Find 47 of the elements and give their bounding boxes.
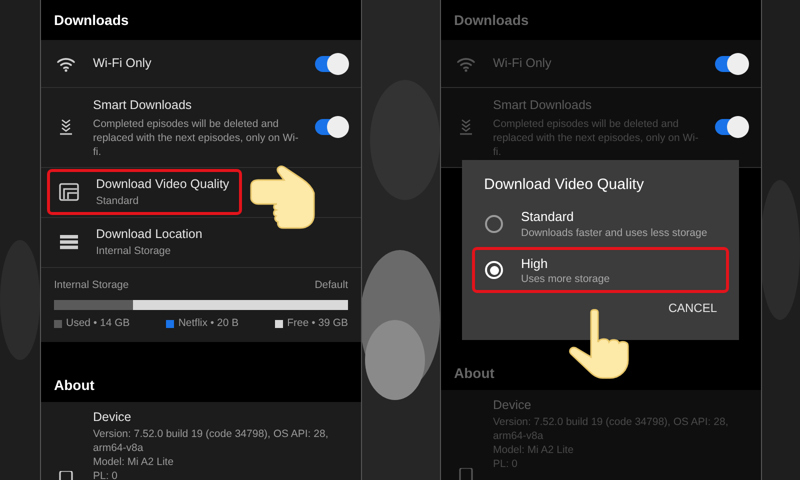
device-info: Model: Mi A2 Lite (93, 454, 175, 468)
device-info: Model: Mi A2 Lite (493, 442, 575, 456)
setting-value: Internal Storage (96, 244, 172, 259)
settings-row[interactable]: Download Video Quality Standard (47, 169, 242, 216)
option-description: Downloads faster and uses less storage (521, 226, 708, 240)
phone-icon (59, 470, 73, 480)
setting-title: Download Video Quality (96, 176, 230, 193)
settings-row[interactable]: Smart Downloads Completed episodes will be deleted and replaced with the next episodes, only on Wi-fi. (41, 88, 361, 168)
wifi-icon (56, 56, 76, 72)
option-description: Uses more storage (521, 273, 610, 286)
setting-value: Standard (96, 194, 140, 209)
device-title: Device (493, 396, 532, 414)
layers-icon (59, 183, 79, 202)
setting-title: Wi-Fi Only (93, 55, 152, 72)
legend-label: Free • 39 GB (287, 316, 348, 331)
radio-button[interactable] (485, 214, 503, 232)
section-header: Downloads (454, 10, 529, 30)
storage-default-label: Default (314, 278, 348, 293)
dialog-title: Download Video Quality (483, 174, 645, 195)
option-title: Standard (521, 208, 575, 226)
device-info: PL: 0 (493, 456, 519, 470)
setting-description: Completed episodes will be deleted and replaced with the next episodes, only on Wi-fi. (93, 116, 299, 159)
radio-option[interactable]: High Uses more storage (472, 246, 729, 294)
download-arrows-icon (459, 118, 473, 136)
setting-title: Wi-Fi Only (493, 55, 552, 72)
download-arrows-icon (59, 118, 73, 136)
settings-row[interactable]: Wi-Fi Only (41, 40, 361, 88)
device-info: Version: 7.52.0 build 19 (code 34798), OS API: 28, arm64-v8a (93, 426, 330, 454)
setting-title: Download Location (96, 226, 202, 243)
device-info: Version: 7.52.0 build 19 (code 34798), OS API: 28, arm64-v8a (493, 414, 730, 442)
cancel-button[interactable]: CANCEL (666, 297, 719, 320)
device-title: Device (93, 408, 132, 426)
setting-title: Smart Downloads (493, 97, 593, 114)
option-title: High (521, 254, 549, 273)
phone-icon (459, 468, 473, 480)
legend-label: Used • 14 GB (66, 316, 130, 331)
section-header: About (454, 364, 494, 384)
storage-icon (59, 234, 79, 250)
wifi-icon (456, 56, 476, 72)
radio-option[interactable]: Standard Downloads faster and uses less storage (472, 200, 729, 247)
setting-title: Smart Downloads (93, 97, 193, 114)
section-header: About (54, 376, 94, 396)
device-info: PL: 0 (93, 468, 119, 480)
legend-label: Netflix • 20 B (178, 316, 239, 331)
setting-description: Completed episodes will be deleted and replaced with the next episodes, only on Wi-fi. (493, 116, 699, 159)
storage-label: Internal Storage (54, 278, 129, 293)
section-header: Downloads (54, 10, 129, 30)
